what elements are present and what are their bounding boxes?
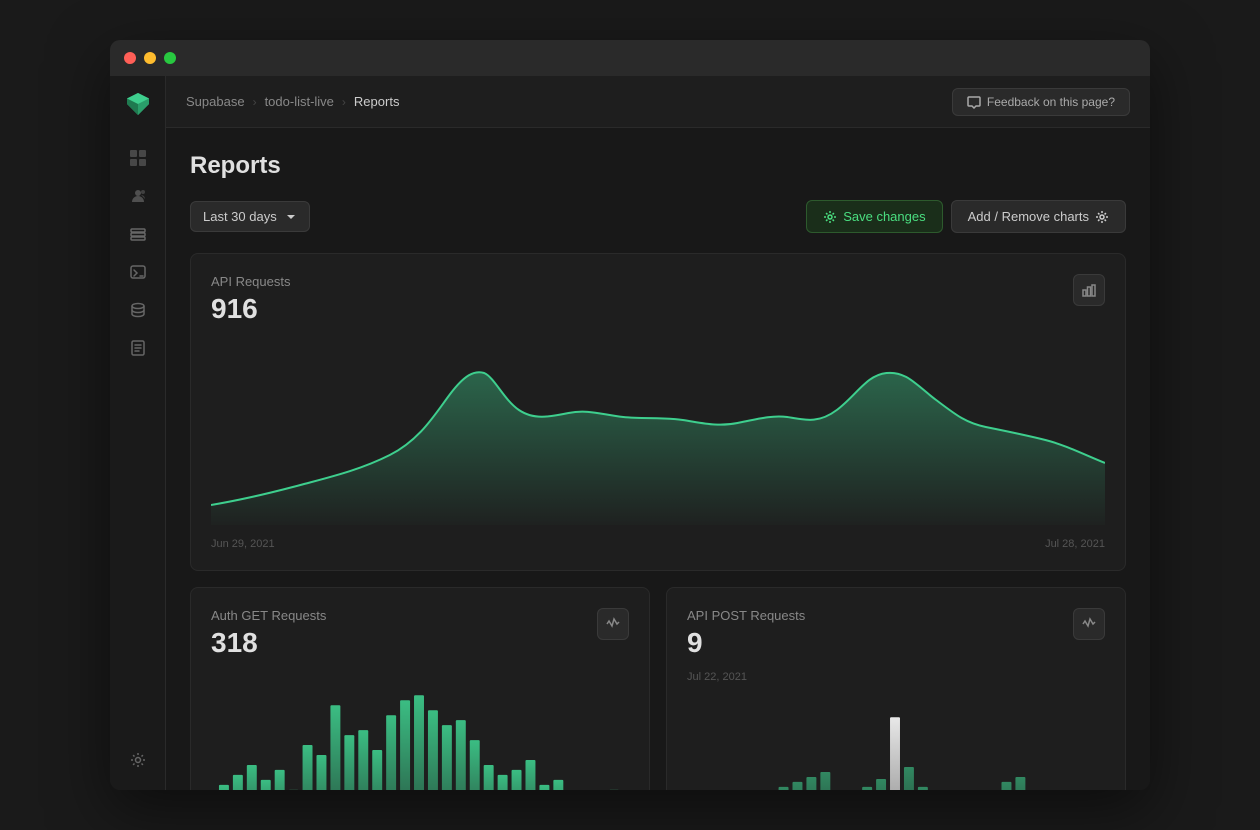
sidebar-item-table[interactable] <box>120 140 156 176</box>
logo[interactable] <box>122 88 154 120</box>
feedback-label: Feedback on this page? <box>987 95 1115 109</box>
activity-icon <box>606 617 620 631</box>
breadcrumb: Supabase › todo-list-live › Reports <box>186 94 399 109</box>
date-filter-button[interactable]: Last 30 days <box>190 201 310 232</box>
api-post-chart-toggle[interactable] <box>1073 608 1105 640</box>
remove-label: Add / Remove charts <box>968 209 1089 224</box>
titlebar <box>110 40 1150 76</box>
close-button[interactable] <box>124 52 136 64</box>
toolbar: Last 30 days Save changes <box>190 200 1126 233</box>
breadcrumb-supabase[interactable]: Supabase <box>186 94 245 109</box>
chart-header-api: API Requests 916 <box>211 274 1105 341</box>
sidebar-item-settings[interactable] <box>120 742 156 778</box>
sidebar-item-docs[interactable] <box>120 330 156 366</box>
chart-info-post: API POST Requests 9 Jul 22, 2021 <box>687 608 805 683</box>
api-post-date: Jul 22, 2021 <box>687 671 805 683</box>
minimize-button[interactable] <box>144 52 156 64</box>
save-icon <box>823 210 837 224</box>
page-area: Reports Last 30 days <box>166 128 1150 790</box>
chart-dates-api: Jun 29, 2021 Jul 28, 2021 <box>211 538 1105 550</box>
sidebar-item-storage[interactable] <box>120 216 156 252</box>
api-requests-label: API Requests <box>211 274 291 289</box>
api-requests-value: 916 <box>211 293 291 325</box>
chart-header-auth: Auth GET Requests 318 <box>211 608 629 671</box>
feedback-button[interactable]: Feedback on this page? <box>952 88 1130 116</box>
auth-get-chart-toggle[interactable] <box>597 608 629 640</box>
auth-get-label: Auth GET Requests <box>211 608 326 623</box>
breadcrumb-current: Reports <box>354 94 400 109</box>
activity-icon-2 <box>1082 617 1096 631</box>
api-post-value: 9 <box>687 627 805 659</box>
save-changes-button[interactable]: Save changes <box>806 200 942 233</box>
sidebar-item-users[interactable] <box>120 178 156 214</box>
maximize-button[interactable] <box>164 52 176 64</box>
page-title: Reports <box>190 152 1126 180</box>
main-content: Supabase › todo-list-live › Reports Feed… <box>166 76 1150 790</box>
sidebar <box>110 76 166 790</box>
bar-chart-icon <box>1082 283 1096 297</box>
feedback-icon <box>967 95 981 109</box>
sidebar-item-database[interactable] <box>120 292 156 328</box>
chevron-down-icon <box>285 211 297 223</box>
breadcrumb-project[interactable]: todo-list-live <box>265 94 334 109</box>
chart-header-post: API POST Requests 9 Jul 22, 2021 <box>687 608 1105 683</box>
api-date-start: Jun 29, 2021 <box>211 538 275 550</box>
app-window: Supabase › todo-list-live › Reports Feed… <box>110 40 1150 790</box>
api-requests-area-chart <box>211 345 1105 530</box>
auth-get-chart-card: Auth GET Requests 318 <box>190 587 650 790</box>
sidebar-item-terminal[interactable] <box>120 254 156 290</box>
remove-charts-button[interactable]: Add / Remove charts <box>951 200 1126 233</box>
save-label: Save changes <box>843 209 925 224</box>
breadcrumb-sep-1: › <box>253 95 257 109</box>
topbar: Supabase › todo-list-live › Reports Feed… <box>166 76 1150 128</box>
toolbar-actions: Save changes Add / Remove charts <box>806 200 1126 233</box>
auth-get-bar-chart <box>211 675 629 790</box>
charts-row: Auth GET Requests 318 <box>190 587 1126 790</box>
sidebar-bottom <box>110 742 165 778</box>
api-date-end: Jul 28, 2021 <box>1045 538 1105 550</box>
settings-icon <box>1095 210 1109 224</box>
breadcrumb-sep-2: › <box>342 95 346 109</box>
date-filter-label: Last 30 days <box>203 209 277 224</box>
sidebar-nav <box>110 140 165 366</box>
api-requests-chart-toggle[interactable] <box>1073 274 1105 306</box>
api-post-chart-card: API POST Requests 9 Jul 22, 2021 <box>666 587 1126 790</box>
api-post-label: API POST Requests <box>687 608 805 623</box>
api-post-bar-chart <box>687 687 1105 790</box>
chart-info-api: API Requests 916 <box>211 274 291 341</box>
api-requests-chart-card: API Requests 916 <box>190 253 1126 571</box>
chart-info-auth: Auth GET Requests 318 <box>211 608 326 671</box>
auth-get-value: 318 <box>211 627 326 659</box>
